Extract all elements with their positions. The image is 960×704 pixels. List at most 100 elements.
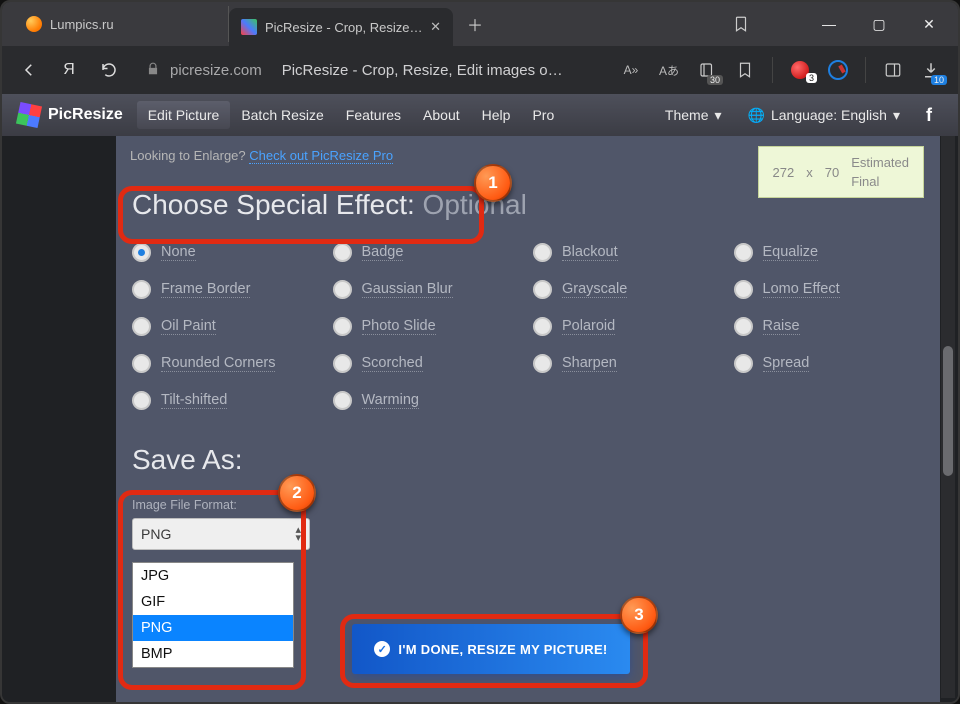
effect-scorched[interactable]: Scorched (333, 354, 524, 373)
radio-icon[interactable] (132, 317, 151, 336)
extension-blue-icon[interactable] (821, 53, 855, 87)
radio-icon[interactable] (533, 317, 552, 336)
language-dropdown[interactable]: 🌐 Language: English ▾ (738, 101, 910, 130)
sidebar-icon[interactable] (876, 53, 910, 87)
badge-10: 10 (931, 75, 947, 85)
radio-icon[interactable] (533, 243, 552, 262)
radio-icon[interactable] (333, 391, 352, 410)
effect-none[interactable]: None (132, 243, 323, 262)
radio-icon[interactable] (533, 354, 552, 373)
effect-tilt-shifted[interactable]: Tilt-shifted (132, 391, 323, 410)
read-aloud-icon[interactable]: A» (614, 53, 648, 87)
brand[interactable]: PicResize (18, 104, 123, 126)
back-button[interactable] (12, 53, 46, 87)
theme-label: Theme (665, 107, 709, 123)
separator (772, 57, 773, 83)
effect-blackout[interactable]: Blackout (533, 243, 724, 262)
maximize-button[interactable]: ▢ (854, 2, 904, 46)
downloads-icon[interactable]: 10 (914, 53, 948, 87)
scrollbar-thumb[interactable] (943, 346, 953, 476)
nav-features[interactable]: Features (335, 107, 412, 123)
marker-2: 2 (278, 474, 316, 512)
radio-icon[interactable] (333, 243, 352, 262)
effect-gaussian-blur[interactable]: Gaussian Blur (333, 280, 524, 299)
radio-icon[interactable] (734, 317, 753, 336)
effect-photo-slide[interactable]: Photo Slide (333, 317, 524, 336)
format-option-bmp[interactable]: BMP (133, 641, 293, 667)
yandex-home-button[interactable]: Я (52, 53, 86, 87)
effect-label: Polaroid (562, 318, 615, 335)
effect-label: Photo Slide (362, 318, 436, 335)
effect-label: Rounded Corners (161, 355, 275, 372)
picresize-pro-link[interactable]: Check out PicResize Pro (249, 148, 393, 164)
effect-sharpen[interactable]: Sharpen (533, 354, 724, 373)
effect-equalize[interactable]: Equalize (734, 243, 925, 262)
effect-polaroid[interactable]: Polaroid (533, 317, 724, 336)
effect-label: Scorched (362, 355, 423, 372)
separator (865, 57, 866, 83)
done-label: I'M DONE, RESIZE MY PICTURE! (398, 642, 607, 657)
effect-rounded-corners[interactable]: Rounded Corners (132, 354, 323, 373)
window-scrollbar[interactable] (941, 136, 955, 698)
format-option-gif[interactable]: GIF (133, 589, 293, 615)
radio-icon[interactable] (132, 391, 151, 410)
effect-label: Oil Paint (161, 318, 216, 335)
radio-icon[interactable] (333, 317, 352, 336)
translate-icon[interactable]: Aあ (652, 53, 686, 87)
bookmark-icon[interactable] (724, 7, 758, 41)
format-box: Image File Format: PNG ▴▾ JPGGIFPNGBMP (126, 498, 302, 550)
done-resize-button[interactable]: ✓ I'M DONE, RESIZE MY PICTURE! (352, 624, 630, 674)
theme-dropdown[interactable]: Theme ▾ (655, 101, 732, 130)
extension-red-icon[interactable]: 3 (783, 53, 817, 87)
page-title: PicResize - Crop, Resize, Edit images o… (282, 62, 563, 79)
facebook-icon[interactable]: f (916, 102, 942, 128)
page-body: Looking to Enlarge? Check out PicResize … (2, 136, 958, 702)
effect-label: Tilt-shifted (161, 392, 227, 409)
effect-lomo-effect[interactable]: Lomo Effect (734, 280, 925, 299)
radio-icon[interactable] (734, 280, 753, 299)
effect-label: Equalize (763, 244, 819, 261)
radio-icon[interactable] (132, 354, 151, 373)
nav-help[interactable]: Help (471, 107, 522, 123)
effect-warming[interactable]: Warming (333, 391, 524, 410)
nav-pro[interactable]: Pro (521, 107, 565, 123)
format-options[interactable]: JPGGIFPNGBMP (132, 562, 294, 668)
collections-icon[interactable]: 30 (690, 53, 724, 87)
window-controls: ― ▢ ✕ (804, 2, 954, 46)
effect-raise[interactable]: Raise (734, 317, 925, 336)
tab-picresize[interactable]: PicResize - Crop, Resize… ✕ (229, 8, 453, 46)
radio-icon[interactable] (734, 354, 753, 373)
radio-icon[interactable] (533, 280, 552, 299)
brand-text: PicResize (48, 106, 123, 124)
format-select[interactable]: PNG ▴▾ (132, 518, 310, 550)
close-button[interactable]: ✕ (904, 2, 954, 46)
reload-button[interactable] (92, 53, 126, 87)
nav-about[interactable]: About (412, 107, 471, 123)
marker-1: 1 (474, 164, 512, 202)
radio-icon[interactable] (734, 243, 753, 262)
reader-icon[interactable] (728, 53, 762, 87)
radio-icon[interactable] (333, 280, 352, 299)
effect-spread[interactable]: Spread (734, 354, 925, 373)
nav-batch-resize[interactable]: Batch Resize (230, 107, 334, 123)
effect-frame-border[interactable]: Frame Border (132, 280, 323, 299)
tab-lumpics[interactable]: Lumpics.ru (14, 6, 229, 42)
globe-icon: 🌐 (748, 107, 765, 124)
effect-badge[interactable]: Badge (333, 243, 524, 262)
effect-grayscale[interactable]: Grayscale (533, 280, 724, 299)
close-icon[interactable]: ✕ (430, 19, 441, 35)
nav-edit-picture[interactable]: Edit Picture (137, 101, 231, 129)
radio-icon[interactable] (132, 243, 151, 262)
radio-icon[interactable] (333, 354, 352, 373)
minimize-button[interactable]: ― (804, 2, 854, 46)
effect-label: Gaussian Blur (362, 281, 453, 298)
chevron-down-icon: ▾ (715, 107, 722, 124)
format-option-png[interactable]: PNG (133, 615, 293, 641)
url-box[interactable]: picresize.com (146, 62, 262, 79)
new-tab-button[interactable]: ＋ (461, 10, 489, 38)
effects-heading-text: Choose Special Effect: (132, 189, 415, 220)
format-option-jpg[interactable]: JPG (133, 563, 293, 589)
select-arrows-icon: ▴▾ (295, 526, 301, 542)
effect-oil-paint[interactable]: Oil Paint (132, 317, 323, 336)
radio-icon[interactable] (132, 280, 151, 299)
